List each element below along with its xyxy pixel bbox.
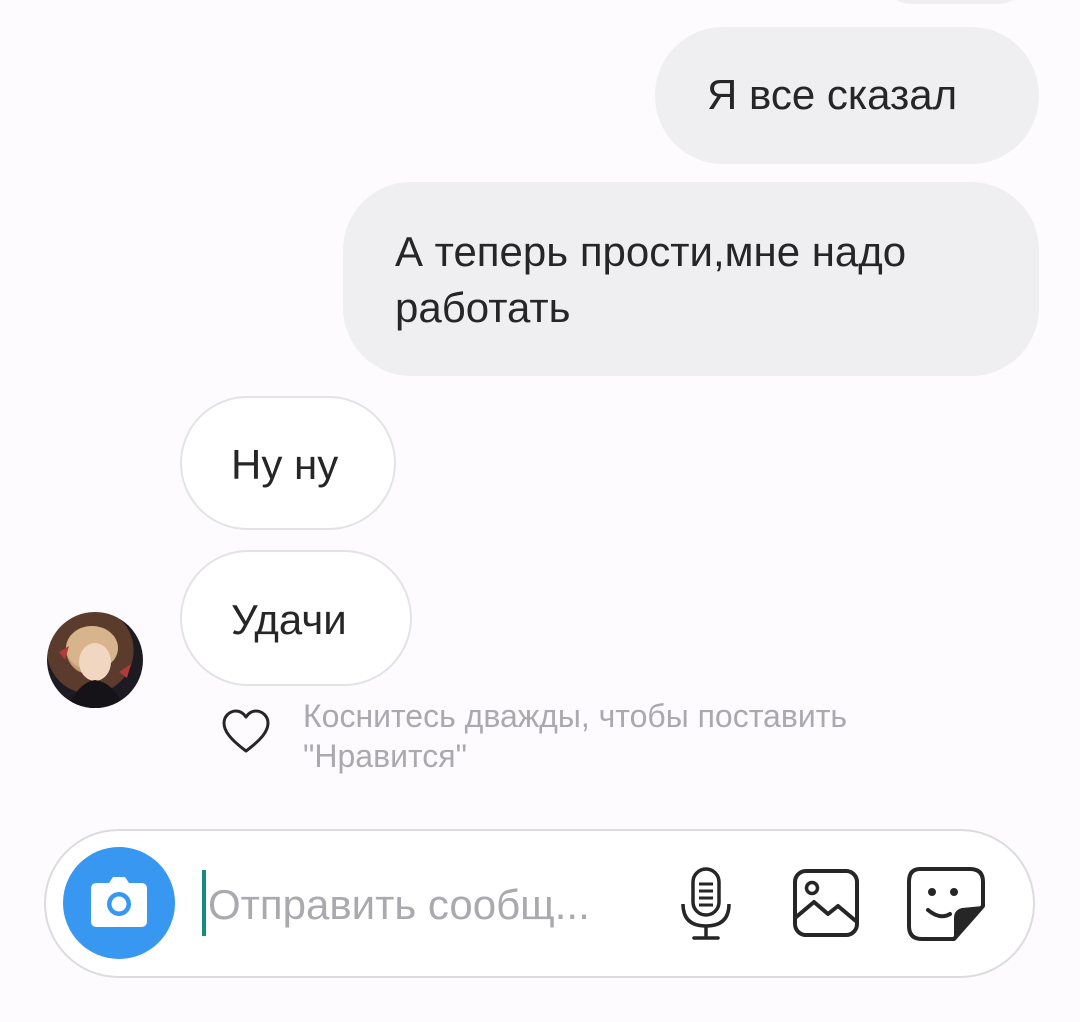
incoming-message[interactable]: Ну ну (180, 396, 396, 530)
camera-button[interactable] (63, 847, 175, 959)
message-input[interactable] (208, 872, 638, 938)
avatar[interactable] (47, 612, 143, 708)
text-cursor (202, 870, 206, 936)
outgoing-message[interactable]: Я все сказал (655, 27, 1039, 164)
previous-message-bubble (880, 0, 1030, 4)
camera-icon (91, 877, 147, 927)
outgoing-message[interactable]: А теперь прости,мне надо работать (343, 182, 1039, 376)
message-text: А теперь прости,мне надо работать (395, 228, 907, 331)
message-text: Ну ну (231, 441, 339, 488)
message-text: Я все сказал (707, 71, 958, 118)
heart-icon[interactable] (220, 706, 272, 758)
gallery-icon[interactable] (792, 868, 860, 938)
microphone-icon[interactable] (676, 866, 736, 942)
sticker-icon[interactable] (906, 866, 986, 942)
like-hint-text: Коснитесь дважды, чтобы поставить "Нрави… (303, 698, 848, 774)
incoming-message[interactable]: Удачи (180, 550, 412, 686)
message-text: Удачи (231, 596, 347, 643)
